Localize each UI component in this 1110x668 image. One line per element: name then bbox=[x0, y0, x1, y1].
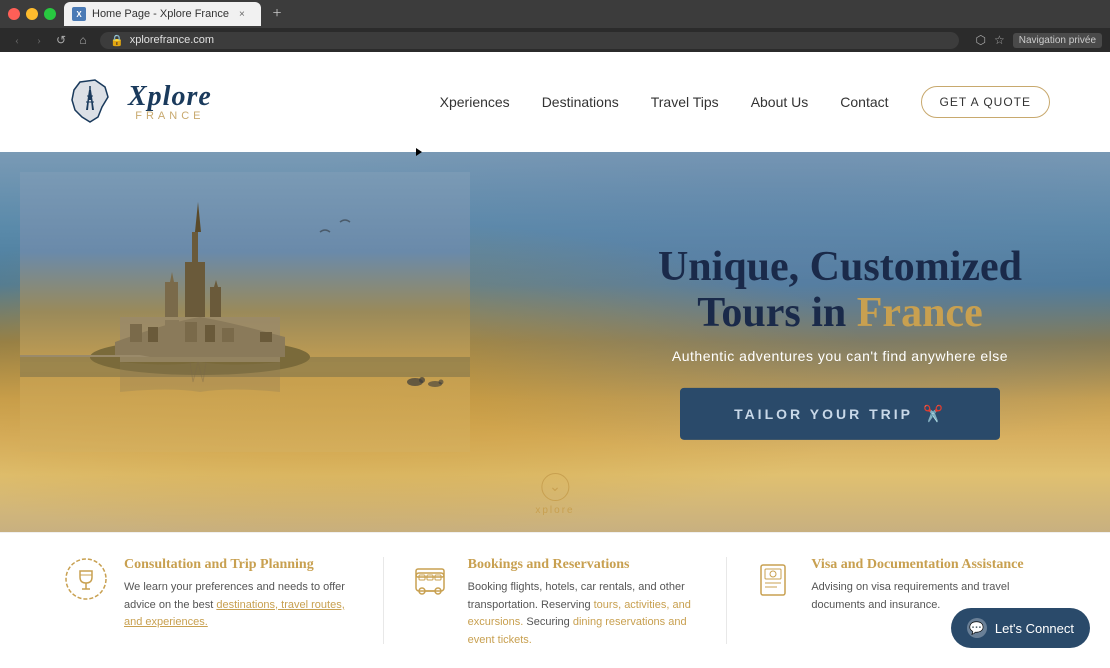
consultation-desc: We learn your preferences and needs to o… bbox=[124, 579, 359, 632]
home-btn[interactable]: ⌂ bbox=[74, 31, 92, 49]
tailor-trip-button[interactable]: TAILOR YOUR TRIP ✂️ bbox=[680, 388, 1000, 440]
window-minimize-btn[interactable] bbox=[26, 8, 38, 20]
chat-icon: 💬 bbox=[967, 618, 987, 638]
services-section: Consultation and Trip Planning We learn … bbox=[0, 532, 1110, 668]
address-input[interactable]: 🔒 xplorefrance.com bbox=[100, 32, 959, 49]
browser-chrome: X Home Page - Xplore France × + ‹ › ↺ ⌂ … bbox=[0, 0, 1110, 52]
hero-title-line1: Unique, Customized bbox=[630, 244, 1050, 290]
browser-toolbar-icons: ⬡ ☆ Navigation privée bbox=[975, 33, 1102, 48]
live-chat-widget[interactable]: 💬 Let's Connect bbox=[951, 608, 1090, 648]
nav-travel-tips[interactable]: Travel Tips bbox=[651, 94, 719, 110]
consultation-content: Consultation and Trip Planning We learn … bbox=[124, 557, 359, 632]
bookings-content: Bookings and Reservations Booking flight… bbox=[468, 557, 703, 649]
hero-tours-in-text: Tours in bbox=[697, 290, 857, 336]
consultation-icon bbox=[64, 557, 108, 601]
tailor-trip-icon: ✂️ bbox=[923, 404, 946, 424]
tab-favicon: X bbox=[72, 7, 86, 21]
hero-subtitle: Authentic adventures you can't find anyw… bbox=[630, 348, 1050, 364]
service-bookings: Bookings and Reservations Booking flight… bbox=[384, 557, 728, 644]
consultation-link[interactable]: destinations, travel routes, and experie… bbox=[124, 599, 345, 629]
nav-xperiences[interactable]: Xperiences bbox=[440, 94, 510, 110]
tab-bar: X Home Page - Xplore France × + bbox=[0, 0, 1110, 28]
logo-icon bbox=[60, 72, 120, 132]
mont-saint-michel-illustration bbox=[20, 172, 470, 452]
tab-close-btn[interactable]: × bbox=[235, 7, 249, 21]
scroll-indicator[interactable]: ⌄ xplore bbox=[535, 473, 574, 516]
tab-title: Home Page - Xplore France bbox=[92, 8, 229, 20]
hero-content: Unique, Customized Tours in France Authe… bbox=[630, 244, 1050, 440]
nav-destinations[interactable]: Destinations bbox=[542, 94, 619, 110]
window-maximize-btn[interactable] bbox=[44, 8, 56, 20]
visa-icon bbox=[751, 557, 795, 601]
get-quote-button[interactable]: GET A QUOTE bbox=[921, 86, 1050, 118]
website-content: Xplore FRANCE Xperiences Destinations Tr… bbox=[0, 52, 1110, 668]
service-consultation: Consultation and Trip Planning We learn … bbox=[40, 557, 384, 644]
forward-btn[interactable]: › bbox=[30, 31, 48, 49]
private-nav-btn[interactable]: Navigation privée bbox=[1013, 33, 1102, 48]
refresh-btn[interactable]: ↺ bbox=[52, 31, 70, 49]
new-tab-btn[interactable]: + bbox=[265, 2, 289, 26]
hero-section: Unique, Customized Tours in France Authe… bbox=[0, 152, 1110, 532]
active-tab[interactable]: X Home Page - Xplore France × bbox=[64, 2, 261, 26]
bookings-icon bbox=[408, 557, 452, 601]
logo[interactable]: Xplore FRANCE bbox=[60, 72, 212, 132]
logo-text: Xplore FRANCE bbox=[128, 83, 212, 122]
visa-content: Visa and Documentation Assistance Advisi… bbox=[811, 557, 1046, 614]
scroll-label: xplore bbox=[535, 505, 574, 516]
logo-xplore-text: Xplore bbox=[128, 83, 212, 111]
bookings-title: Bookings and Reservations bbox=[468, 557, 703, 573]
hero-france-text: France bbox=[857, 290, 983, 336]
bookings-desc: Booking flights, hotels, car rentals, an… bbox=[468, 579, 703, 649]
scroll-circle-icon: ⌄ bbox=[541, 473, 569, 501]
tailor-trip-label: TAILOR YOUR TRIP bbox=[734, 406, 913, 422]
address-bar: ‹ › ↺ ⌂ 🔒 xplorefrance.com ⬡ ☆ Navigatio… bbox=[0, 28, 1110, 52]
extension-icon[interactable]: ⬡ bbox=[975, 33, 985, 48]
chat-label: Let's Connect bbox=[995, 621, 1074, 636]
visa-title: Visa and Documentation Assistance bbox=[811, 557, 1046, 573]
window-close-btn[interactable] bbox=[8, 8, 20, 20]
hero-title-line2: Tours in France bbox=[630, 290, 1050, 336]
back-btn[interactable]: ‹ bbox=[8, 31, 26, 49]
favorites-icon[interactable]: ☆ bbox=[994, 33, 1005, 48]
browser-nav-buttons: ‹ › ↺ ⌂ bbox=[8, 31, 92, 49]
logo-france-text: FRANCE bbox=[128, 111, 212, 122]
navbar: Xplore FRANCE Xperiences Destinations Tr… bbox=[0, 52, 1110, 152]
nav-contact[interactable]: Contact bbox=[840, 94, 888, 110]
consultation-title: Consultation and Trip Planning bbox=[124, 557, 359, 573]
nav-about-us[interactable]: About Us bbox=[751, 94, 809, 110]
nav-links: Xperiences Destinations Travel Tips Abou… bbox=[440, 94, 889, 110]
